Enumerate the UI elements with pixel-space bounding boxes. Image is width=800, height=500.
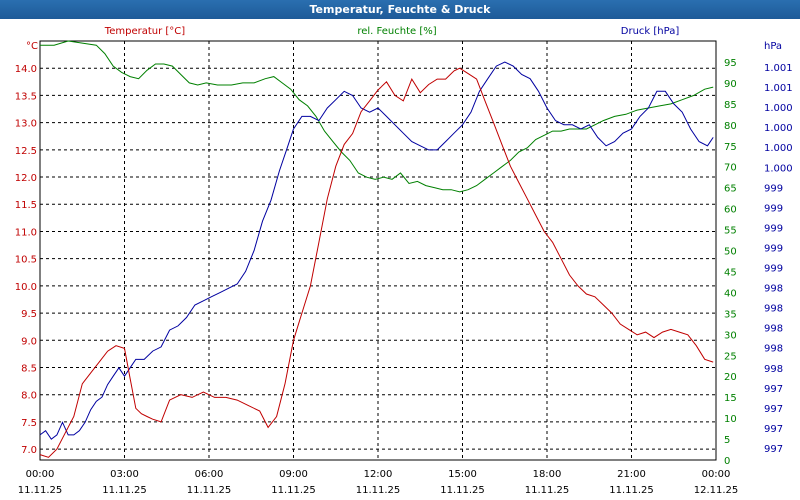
pressure-tick-label: 999 <box>764 243 783 254</box>
x-tick-date-label: 11.11.25 <box>102 485 147 496</box>
humidity-tick-label: 90 <box>724 79 737 90</box>
pressure-tick-label: 998 <box>764 304 783 315</box>
pressure-tick-label: 997 <box>764 384 783 395</box>
x-tick-date-label: 11.11.25 <box>356 485 401 496</box>
x-tick-time-label: 00:00 <box>702 469 731 480</box>
pressure-tick-label: 999 <box>764 223 783 234</box>
humidity-tick-label: 75 <box>724 142 737 153</box>
humidity-tick-label: 50 <box>724 247 737 258</box>
temperature-tick-label: 7.5 <box>21 418 37 429</box>
pressure-tick-label: 999 <box>764 264 783 275</box>
humidity-tick-label: 25 <box>724 351 737 362</box>
temperature-tick-label: 10.5 <box>15 255 37 266</box>
x-tick-date-label: 11.11.25 <box>187 485 232 496</box>
x-tick-time-label: 06:00 <box>195 469 224 480</box>
temperature-tick-label: 12.0 <box>15 173 37 184</box>
temperature-tick-label: 9.0 <box>21 336 37 347</box>
pressure-tick-label: 1.000 <box>764 143 793 154</box>
humidity-tick-label: 20 <box>724 372 737 383</box>
pressure-tick-label: 999 <box>764 203 783 214</box>
temperature-tick-label: 7.0 <box>21 445 37 456</box>
x-tick-time-label: 18:00 <box>533 469 562 480</box>
temperature-tick-label: 8.5 <box>21 363 37 374</box>
x-tick-time-label: 21:00 <box>617 469 646 480</box>
humidity-tick-label: 70 <box>724 163 737 174</box>
x-tick-date-label: 11.11.25 <box>525 485 570 496</box>
chart-title: Temperatur, Feuchte & Druck <box>0 0 800 19</box>
humidity-tick-label: 30 <box>724 330 737 341</box>
x-tick-date-label: 11.11.25 <box>18 485 63 496</box>
temperature-tick-label: 11.0 <box>15 227 37 238</box>
x-tick-time-label: 00:00 <box>26 469 55 480</box>
humidity-tick-label: 15 <box>724 393 737 404</box>
x-tick-date-label: 11.11.25 <box>440 485 485 496</box>
pressure-tick-label: 998 <box>764 364 783 375</box>
humidity-tick-label: 95 <box>724 58 737 69</box>
pressure-tick-label: 998 <box>764 324 783 335</box>
pressure-tick-label: 1.000 <box>764 123 793 134</box>
humidity-tick-label: 40 <box>724 288 737 299</box>
pressure-tick-label: 997 <box>764 404 783 415</box>
humidity-tick-label: 85 <box>724 100 737 111</box>
pressure-tick-label: 1.000 <box>764 103 793 114</box>
temperature-tick-label: 13.0 <box>15 119 37 130</box>
humidity-tick-label: 65 <box>724 184 737 195</box>
pressure-tick-label: 1.000 <box>764 163 793 174</box>
pressure-tick-label: 1.001 <box>764 83 793 94</box>
humidity-tick-label: 55 <box>724 226 737 237</box>
x-tick-time-label: 03:00 <box>110 469 139 480</box>
x-tick-date-label: 11.11.25 <box>271 485 316 496</box>
temperature-tick-label: 12.5 <box>15 146 37 157</box>
x-tick-time-label: 09:00 <box>279 469 308 480</box>
pressure-tick-label: 998 <box>764 284 783 295</box>
humidity-tick-label: 35 <box>724 309 737 320</box>
humidity-tick-label: 0 <box>724 456 730 467</box>
temperature-tick-label: 14.0 <box>15 64 37 75</box>
temperature-tick-label: 13.5 <box>15 91 37 102</box>
temperature-tick-label: 8.0 <box>21 391 37 402</box>
pressure-tick-label: 997 <box>764 444 783 455</box>
series-label: rel. Feuchte [%] <box>357 26 436 37</box>
humidity-tick-label: 10 <box>724 414 737 425</box>
humidity-tick-label: 5 <box>724 435 730 446</box>
pressure-tick-label: 999 <box>764 183 783 194</box>
humidity-tick-label: 45 <box>724 267 737 278</box>
series-label: Druck [hPa] <box>621 26 680 37</box>
chart: °C 7.0 7.5 8.0 8.5 9.0 9.5 10.0 10.5 11.0 11.5 12.0… <box>15 26 793 496</box>
x-tick-date-label: 11.11.25 <box>609 485 654 496</box>
pressure-tick-label: 997 <box>764 424 783 435</box>
pressure-tick-label: 998 <box>764 344 783 355</box>
humidity-tick-label: 60 <box>724 205 737 216</box>
temperature-unit-label: °C <box>26 41 38 52</box>
x-tick-date-label: 12.11.25 <box>694 485 739 496</box>
x-tick-time-label: 12:00 <box>364 469 393 480</box>
series-label: Temperatur [°C] <box>104 26 185 37</box>
pressure-unit-label: hPa <box>764 41 782 52</box>
pressure-tick-label: 1.001 <box>764 63 793 74</box>
humidity-tick-label: 80 <box>724 121 737 132</box>
temperature-tick-label: 10.0 <box>15 282 37 293</box>
temperature-tick-label: 9.5 <box>21 309 37 320</box>
temperature-tick-label: 11.5 <box>15 200 37 211</box>
x-tick-time-label: 15:00 <box>448 469 477 480</box>
